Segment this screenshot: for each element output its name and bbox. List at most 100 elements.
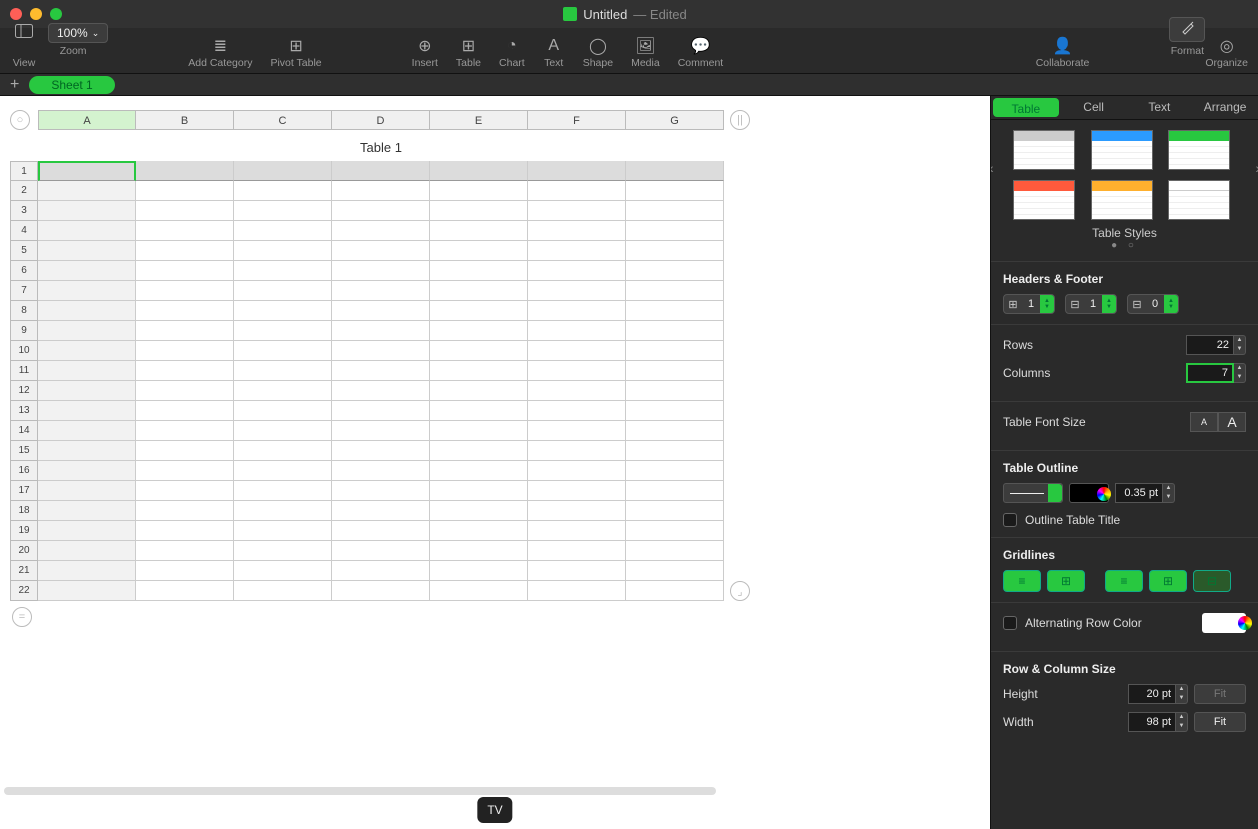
cell-B9[interactable] <box>136 321 234 341</box>
alt-row-color-swatch[interactable] <box>1202 613 1246 633</box>
outline-color-swatch[interactable] <box>1069 483 1109 503</box>
gridlines-header-h-button[interactable]: ≡ <box>1105 570 1143 592</box>
cell-E22[interactable] <box>430 581 528 601</box>
cell-C12[interactable] <box>234 381 332 401</box>
cell-C18[interactable] <box>234 501 332 521</box>
row-header-14[interactable]: 14 <box>10 421 38 441</box>
cell-C7[interactable] <box>234 281 332 301</box>
spreadsheet-canvas[interactable]: ○ ABCDEFG || Table 1 1234567891011121314… <box>0 96 990 829</box>
add-row-handle[interactable]: = <box>12 607 32 627</box>
row-header-21[interactable]: 21 <box>10 561 38 581</box>
col-width-field[interactable]: ▲▼ <box>1128 712 1188 732</box>
cell-B3[interactable] <box>136 201 234 221</box>
tab-table[interactable]: Table <box>993 98 1059 117</box>
cell-G5[interactable] <box>626 241 724 261</box>
cell-G2[interactable] <box>626 181 724 201</box>
table-style-orange[interactable] <box>1091 180 1153 220</box>
cell-D10[interactable] <box>332 341 430 361</box>
cell-E1[interactable] <box>430 161 528 181</box>
cell-D19[interactable] <box>332 521 430 541</box>
cell-B10[interactable] <box>136 341 234 361</box>
cell-A14[interactable] <box>38 421 136 441</box>
cell-F19[interactable] <box>528 521 626 541</box>
cell-B18[interactable] <box>136 501 234 521</box>
cell-E12[interactable] <box>430 381 528 401</box>
cell-A7[interactable] <box>38 281 136 301</box>
cell-B5[interactable] <box>136 241 234 261</box>
cell-F6[interactable] <box>528 261 626 281</box>
cell-A8[interactable] <box>38 301 136 321</box>
cell-E3[interactable] <box>430 201 528 221</box>
cell-E2[interactable] <box>430 181 528 201</box>
cell-B8[interactable] <box>136 301 234 321</box>
cell-B7[interactable] <box>136 281 234 301</box>
column-header-G[interactable]: G <box>626 110 724 130</box>
fit-height-button[interactable]: Fit <box>1194 684 1246 704</box>
row-header-18[interactable]: 18 <box>10 501 38 521</box>
cell-F21[interactable] <box>528 561 626 581</box>
cell-C11[interactable] <box>234 361 332 381</box>
cell-B12[interactable] <box>136 381 234 401</box>
cell-A19[interactable] <box>38 521 136 541</box>
cell-E6[interactable] <box>430 261 528 281</box>
cell-D12[interactable] <box>332 381 430 401</box>
cell-E16[interactable] <box>430 461 528 481</box>
cell-G8[interactable] <box>626 301 724 321</box>
row-header-9[interactable]: 9 <box>10 321 38 341</box>
cell-E5[interactable] <box>430 241 528 261</box>
tab-text[interactable]: Text <box>1127 96 1193 119</box>
cell-A2[interactable] <box>38 181 136 201</box>
row-header-6[interactable]: 6 <box>10 261 38 281</box>
row-header-2[interactable]: 2 <box>10 181 38 201</box>
row-header-20[interactable]: 20 <box>10 541 38 561</box>
maximize-window-button[interactable] <box>50 8 62 20</box>
cell-E15[interactable] <box>430 441 528 461</box>
cell-B11[interactable] <box>136 361 234 381</box>
fit-width-button[interactable]: Fit <box>1194 712 1246 732</box>
cell-G18[interactable] <box>626 501 724 521</box>
cell-C16[interactable] <box>234 461 332 481</box>
cell-B1[interactable] <box>136 161 234 181</box>
horizontal-scrollbar[interactable] <box>4 787 716 795</box>
row-header-17[interactable]: 17 <box>10 481 38 501</box>
cell-E8[interactable] <box>430 301 528 321</box>
cell-D13[interactable] <box>332 401 430 421</box>
cell-G15[interactable] <box>626 441 724 461</box>
table-title[interactable]: Table 1 <box>38 140 724 155</box>
organize-button[interactable]: ◎ Organize <box>1205 36 1248 69</box>
cell-F3[interactable] <box>528 201 626 221</box>
cell-E13[interactable] <box>430 401 528 421</box>
cell-E17[interactable] <box>430 481 528 501</box>
cell-F11[interactable] <box>528 361 626 381</box>
format-button[interactable]: Format <box>1169 17 1205 69</box>
cell-D6[interactable] <box>332 261 430 281</box>
alt-row-checkbox[interactable] <box>1003 616 1017 630</box>
table-button[interactable]: ⊞ Table <box>456 36 481 69</box>
cell-G13[interactable] <box>626 401 724 421</box>
font-smaller-button[interactable]: A <box>1190 412 1218 432</box>
outline-style-dropdown[interactable] <box>1003 483 1063 503</box>
cell-A21[interactable] <box>38 561 136 581</box>
table-style-blue[interactable] <box>1091 130 1153 170</box>
cell-G10[interactable] <box>626 341 724 361</box>
cell-C9[interactable] <box>234 321 332 341</box>
chart-button[interactable]: ◔ Chart <box>499 36 525 69</box>
cell-A5[interactable] <box>38 241 136 261</box>
cell-A9[interactable] <box>38 321 136 341</box>
cell-A18[interactable] <box>38 501 136 521</box>
cell-D16[interactable] <box>332 461 430 481</box>
font-larger-button[interactable]: A <box>1218 412 1246 432</box>
header-cols-stepper[interactable]: ⊟ 1 ▲▼ <box>1065 294 1117 314</box>
cell-G12[interactable] <box>626 381 724 401</box>
column-header-F[interactable]: F <box>528 110 626 130</box>
cell-D1[interactable] <box>332 161 430 181</box>
cell-E19[interactable] <box>430 521 528 541</box>
collaborate-button[interactable]: 👤 Collaborate <box>1036 36 1090 69</box>
cell-F13[interactable] <box>528 401 626 421</box>
cell-D7[interactable] <box>332 281 430 301</box>
cell-G20[interactable] <box>626 541 724 561</box>
cell-E20[interactable] <box>430 541 528 561</box>
cell-D3[interactable] <box>332 201 430 221</box>
column-header-E[interactable]: E <box>430 110 528 130</box>
row-header-13[interactable]: 13 <box>10 401 38 421</box>
